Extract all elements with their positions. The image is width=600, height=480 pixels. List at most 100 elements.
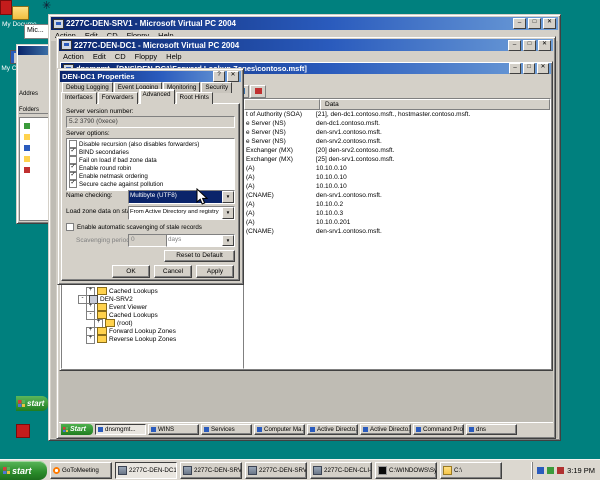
checkbox-icon[interactable]: [69, 148, 77, 156]
close-button[interactable]: [227, 71, 239, 82]
dc1-titlebar[interactable]: 2277C-DEN-DC1 - Microsoft Virtual PC 200…: [59, 39, 553, 51]
dns-record-row[interactable]: e Server (NS)den-srv2.contoso.msft.: [244, 137, 550, 146]
maximize-button[interactable]: [528, 18, 541, 29]
tab-advanced[interactable]: Advanced: [139, 89, 175, 104]
tray-icon[interactable]: [547, 467, 554, 474]
record-rows: t of Authority (SOA)[21], den-dc1.contos…: [244, 110, 550, 236]
server-option-enable-round-robin[interactable]: Enable round robin: [67, 164, 234, 172]
menu-item-action[interactable]: Action: [63, 52, 84, 61]
server-option-disable-recursion-also-d[interactable]: Disable recursion (also disables forward…: [67, 140, 234, 148]
taskbar-task-button[interactable]: GoToMeeting: [50, 462, 112, 479]
load-zone-dropdown[interactable]: From Active Directory and registry: [128, 206, 235, 220]
dropdown-arrow-icon[interactable]: [222, 191, 234, 203]
dialog-titlebar[interactable]: DEN-DC1 Properties: [60, 71, 241, 82]
vm-task-button[interactable]: dns: [466, 424, 517, 435]
dns-record-row[interactable]: (A)10.10.0.3: [244, 209, 550, 218]
srv1-titlebar[interactable]: 2277C-DEN-SRV1 - Microsoft Virtual PC 20…: [51, 17, 558, 30]
close-button[interactable]: [538, 40, 551, 51]
dns-record-row[interactable]: (A)10.10.0.10: [244, 173, 550, 182]
record-data: 10.10.0.2: [312, 200, 550, 209]
vm-task-button[interactable]: Active Directo...: [360, 424, 411, 435]
dns-record-row[interactable]: e Server (NS)den-srv1.contoso.msft.: [244, 128, 550, 137]
ok-button[interactable]: OK: [112, 265, 150, 278]
help-button[interactable]: [213, 71, 225, 82]
task-label: WINS: [158, 426, 174, 433]
scavenging-period-field[interactable]: 0: [128, 234, 168, 247]
vm-task-buttons: dnsmgmt... WINS ServicesComputer Ma... Acti…: [95, 424, 517, 435]
host-start-button[interactable]: start: [0, 461, 47, 480]
vm-task-button[interactable]: Services: [201, 424, 252, 435]
vm-task-button[interactable]: dnsmgmt...: [95, 424, 146, 435]
server-option-enable-netmask-ordering[interactable]: Enable netmask ordering: [67, 172, 234, 180]
server-options-list[interactable]: Disable recursion (also disables forward…: [66, 138, 235, 191]
window-icon: [204, 427, 209, 432]
vm-task-button[interactable]: Command Pro...: [413, 424, 464, 435]
name-checking-dropdown[interactable]: Multibyte (UTF8): [128, 190, 235, 204]
taskbar-task-button[interactable]: C:\WINDOWS\Sys...: [375, 462, 437, 479]
minimize-button[interactable]: [509, 63, 521, 74]
background-explorer-window-sliver[interactable]: Addres Folders: [16, 44, 50, 224]
minimize-button[interactable]: [513, 18, 526, 29]
close-button[interactable]: [537, 63, 549, 74]
folder-tree-fragment[interactable]: [19, 117, 49, 221]
close-button[interactable]: [543, 18, 556, 29]
taskbar-task-button[interactable]: 2277C-DEN-SRV1...: [180, 462, 242, 479]
cancel-button[interactable]: Cancel: [154, 265, 192, 278]
taskbar-task-button[interactable]: C:\: [440, 462, 502, 479]
apply-button[interactable]: Apply: [196, 265, 234, 278]
tray-icon[interactable]: [557, 467, 564, 474]
checkbox-icon[interactable]: [69, 140, 77, 148]
dns-record-row[interactable]: (CNAME)den-srv1.contoso.msft.: [244, 191, 550, 200]
menu-item-cd[interactable]: CD: [115, 52, 126, 61]
dns-record-row[interactable]: (CNAME)den-srv1.contoso.msft.: [244, 227, 550, 236]
menu-item-help[interactable]: Help: [166, 52, 181, 61]
reset-to-default-button[interactable]: Reset to Default: [164, 250, 235, 262]
checkbox-icon[interactable]: [69, 156, 77, 164]
tab-root-hints[interactable]: Root Hints: [176, 92, 213, 104]
tree-item-reverse-lookup-zones[interactable]: +Reverse Lookup Zones: [62, 335, 243, 343]
minimize-button[interactable]: [508, 40, 521, 51]
dropdown-arrow-icon[interactable]: [222, 235, 234, 246]
task-label: Active Directo...: [317, 426, 358, 433]
server-option-bind-secondaries[interactable]: BIND secondaries: [67, 148, 234, 156]
tree-expander[interactable]: +: [86, 335, 95, 344]
taskbar-task-button[interactable]: 2277C-DEN-SRV2...: [245, 462, 307, 479]
vpc-icon: [248, 466, 257, 475]
server-option-secure-cache-against-pol[interactable]: Secure cache against pollution: [67, 180, 234, 188]
dns-record-row[interactable]: (A)10.10.0.10: [244, 164, 550, 173]
background-start-button-fragment[interactable]: start: [16, 396, 48, 411]
server-option-fail-on-load-if-bad-zone[interactable]: Fail on load if bad zone data: [67, 156, 234, 164]
maximize-button[interactable]: [523, 40, 536, 51]
checkbox-icon[interactable]: [69, 180, 77, 188]
dns-record-row[interactable]: (A)10.10.0.201: [244, 218, 550, 227]
tray-icon[interactable]: [537, 467, 544, 474]
toolbar-button[interactable]: [250, 85, 266, 98]
dropdown-arrow-icon[interactable]: [222, 207, 234, 219]
vm-start-button[interactable]: Start: [61, 424, 93, 435]
tree-item-cached-lookups[interactable]: -Cached Lookups: [62, 311, 243, 319]
menu-item-floppy[interactable]: Floppy: [135, 52, 158, 61]
dns-record-list[interactable]: Type Data t of Authority (SOA)[21], den-…: [243, 98, 551, 369]
vm-task-button[interactable]: WINS: [148, 424, 199, 435]
vm-task-button[interactable]: Computer Ma...: [254, 424, 305, 435]
column-header-type[interactable]: Type: [244, 99, 320, 110]
taskbar-task-button[interactable]: 2277C-DEN-CLI-...: [310, 462, 372, 479]
dns-record-row[interactable]: t of Authority (SOA)[21], den-dc1.contos…: [244, 110, 550, 119]
checkbox-icon[interactable]: [69, 164, 77, 172]
checkbox-icon[interactable]: [66, 223, 74, 231]
menu-item-edit[interactable]: Edit: [93, 52, 106, 61]
maximize-button[interactable]: [523, 63, 535, 74]
dns-record-row[interactable]: (A)10.10.0.10: [244, 182, 550, 191]
taskbar-task-button[interactable]: 2277C-DEN-DC1 -...: [115, 462, 177, 479]
tab-forwarders[interactable]: Forwarders: [98, 92, 138, 104]
dns-record-row[interactable]: Exchanger (MX)[25] den-srv1.contoso.msft…: [244, 155, 550, 164]
column-header-data[interactable]: Data: [320, 99, 550, 110]
scavenging-unit-dropdown[interactable]: days: [166, 234, 235, 247]
dns-record-row[interactable]: Exchanger (MX)[20] den-srv2.contoso.msft…: [244, 146, 550, 155]
scavenging-checkbox-row[interactable]: Enable automatic scavenging of stale rec…: [66, 223, 202, 231]
vm-task-button[interactable]: Active Directo...: [307, 424, 358, 435]
dns-record-row[interactable]: (A)10.10.0.2: [244, 200, 550, 209]
dns-record-row[interactable]: e Server (NS)den-dc1.contoso.msft.: [244, 119, 550, 128]
checkbox-icon[interactable]: [69, 172, 77, 180]
tab-interfaces[interactable]: Interfaces: [61, 92, 97, 104]
